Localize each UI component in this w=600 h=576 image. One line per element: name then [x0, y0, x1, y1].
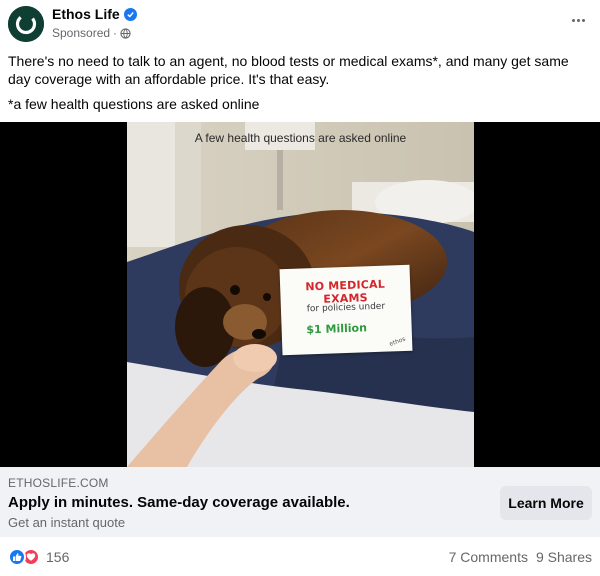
meta-separator: · — [113, 26, 118, 40]
more-options-icon[interactable] — [568, 12, 588, 28]
post-footer: 156 7 Comments 9 Shares — [0, 537, 600, 576]
ad-photo[interactable]: A few health questions are asked online … — [127, 122, 474, 467]
like-icon — [8, 548, 26, 566]
globe-icon[interactable] — [120, 27, 131, 39]
verified-badge-icon — [123, 7, 137, 21]
photo-caption: A few health questions are asked online — [194, 131, 407, 145]
sign-watermark: ethos — [388, 335, 407, 348]
ethos-logo-icon — [8, 6, 44, 42]
sign-amount: $1 Million — [306, 321, 368, 337]
post-footnote: *a few health questions are asked online — [8, 96, 260, 112]
no-medical-exams-sign: NO MEDICAL EXAMS for policies under $1 M… — [279, 264, 413, 356]
engagement-counts: 7 Comments 9 Shares — [449, 549, 592, 565]
page-avatar[interactable] — [8, 6, 44, 42]
link-preview[interactable]: ETHOSLIFE.COM Apply in minutes. Same-day… — [0, 467, 600, 537]
reaction-count: 156 — [46, 549, 70, 565]
link-domain: ETHOSLIFE.COM — [8, 476, 109, 490]
comments-count[interactable]: 7 Comments — [449, 549, 528, 565]
post-meta: Sponsored · — [52, 26, 131, 40]
link-description: Get an instant quote — [8, 515, 126, 530]
reactions-summary[interactable]: 156 — [8, 548, 69, 566]
post-media[interactable]: A few health questions are asked online … — [0, 122, 600, 467]
post-header: Ethos Life Sponsored · — [0, 0, 600, 48]
page-name[interactable]: Ethos Life — [52, 6, 120, 22]
post-body-text: There's no need to talk to an agent, no … — [8, 53, 569, 87]
page-name-row: Ethos Life — [52, 6, 137, 22]
sponsored-label[interactable]: Sponsored — [52, 26, 110, 40]
link-title[interactable]: Apply in minutes. Same-day coverage avai… — [8, 494, 350, 511]
learn-more-button[interactable]: Learn More — [500, 486, 592, 520]
shares-count[interactable]: 9 Shares — [536, 549, 592, 565]
